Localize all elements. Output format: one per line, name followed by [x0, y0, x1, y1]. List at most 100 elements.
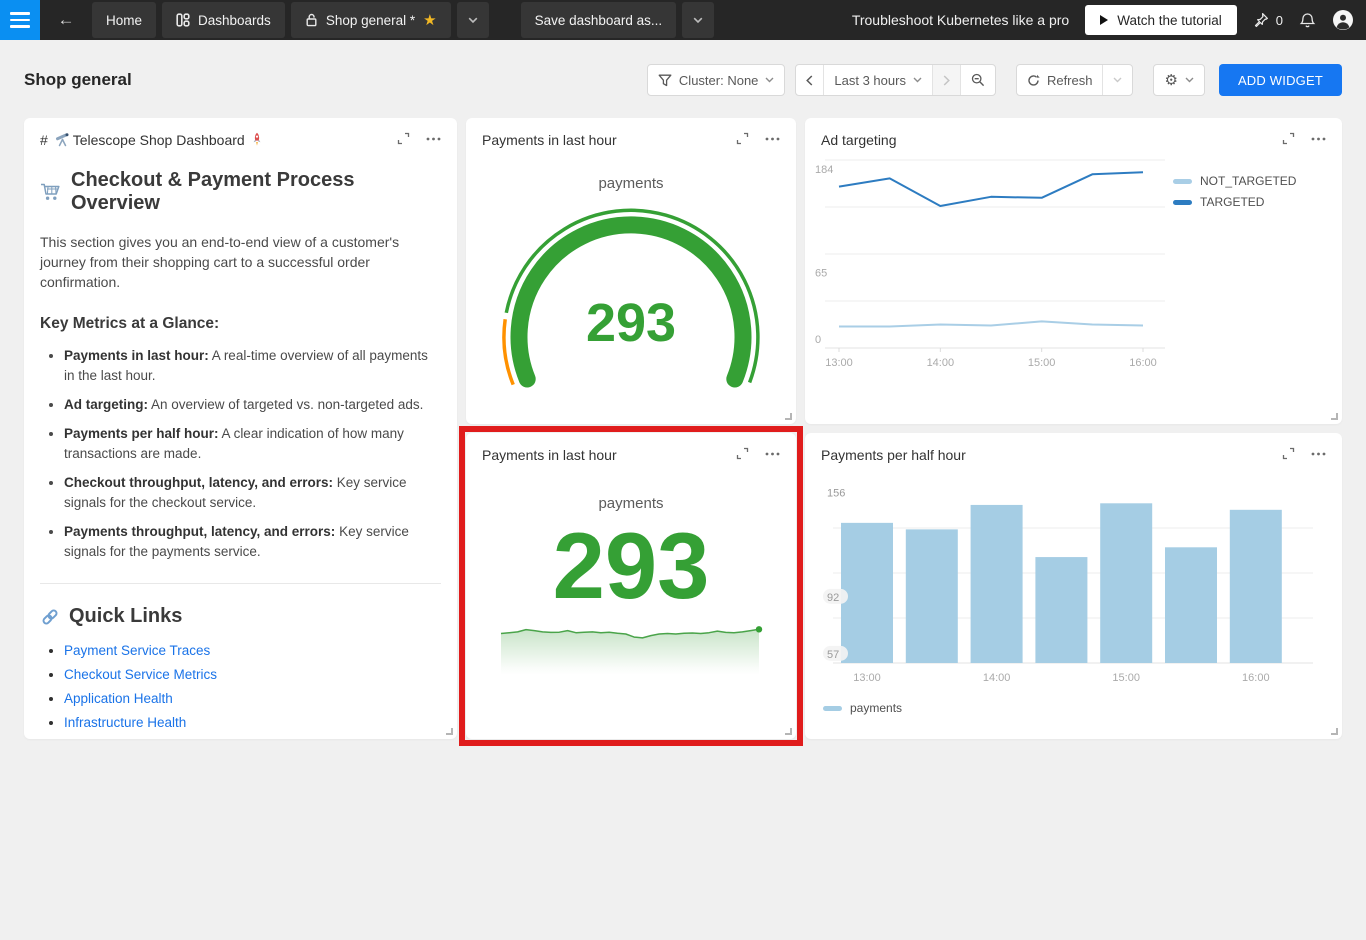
link-infrastructure-health[interactable]: Infrastructure Health	[64, 715, 186, 730]
widget-menu-button[interactable]	[765, 452, 780, 456]
bell-icon	[1299, 12, 1316, 29]
svg-text:57: 57	[827, 649, 839, 661]
time-forward-button[interactable]	[932, 65, 960, 95]
resize-handle[interactable]	[785, 728, 792, 735]
zoom-out-time-button[interactable]	[960, 65, 995, 95]
gauge-value: 293	[466, 295, 796, 351]
notifications-button[interactable]	[1299, 12, 1316, 29]
page-header: Shop general Cluster: None Last 3 hours	[0, 40, 1366, 118]
add-widget-button[interactable]: ADD WIDGET	[1219, 64, 1342, 96]
promo-text: Troubleshoot Kubernetes like a pro	[852, 12, 1069, 28]
gear-icon: ⚙	[1164, 73, 1177, 88]
link-checkout-service-metrics[interactable]: Checkout Service Metrics	[64, 667, 217, 682]
quick-links-list: Payment Service Traces Checkout Service …	[40, 643, 441, 739]
time-range-control: Last 3 hours	[795, 64, 996, 96]
cluster-filter-label: Cluster: None	[679, 73, 758, 88]
dashboard-tab-dropdown[interactable]	[457, 2, 489, 38]
expand-widget-button[interactable]	[1282, 447, 1295, 460]
nav-tab-home[interactable]: Home	[92, 2, 156, 38]
back-arrow-button[interactable]: ←	[54, 10, 78, 30]
expand-widget-button[interactable]	[736, 447, 749, 460]
intro-paragraph: This section gives you an end-to-end vie…	[40, 232, 441, 292]
expand-widget-button[interactable]	[736, 132, 749, 145]
expand-widget-button[interactable]	[1282, 132, 1295, 145]
save-dashboard-button[interactable]: Save dashboard as...	[521, 2, 677, 38]
bar-chart[interactable]: 13:0014:0015:0016:001569257	[821, 467, 1326, 697]
widget-menu-button[interactable]	[1311, 452, 1326, 456]
svg-text:13:00: 13:00	[853, 672, 881, 684]
time-range-label: Last 3 hours	[834, 73, 906, 88]
pinned-items-button[interactable]: 0	[1253, 12, 1283, 28]
list-item: Ad targeting: An overview of targeted vs…	[64, 395, 441, 415]
ad-targeting-widget: Ad targeting 18465013:0014:0015:0016:00 …	[805, 118, 1342, 424]
metric-label: payments	[466, 175, 796, 192]
markdown-widget: # Telescope Shop Dashboard Checkout & Pa…	[24, 118, 457, 739]
dashboards-icon	[176, 13, 190, 27]
rocket-icon	[250, 132, 264, 147]
expand-widget-button[interactable]	[397, 132, 410, 145]
time-back-button[interactable]	[796, 65, 823, 95]
refresh-button[interactable]: Refresh	[1017, 65, 1103, 95]
resize-handle[interactable]	[785, 413, 792, 420]
chevron-down-icon	[913, 77, 922, 83]
widget-title: Payments in last hour	[482, 447, 736, 463]
line-chart[interactable]: 18465013:0014:0015:0016:00	[813, 152, 1173, 388]
legend-item[interactable]: TARGETED	[1173, 195, 1318, 209]
widget-menu-button[interactable]	[1311, 137, 1326, 141]
markdown-widget-title: # Telescope Shop Dashboard	[40, 132, 397, 148]
chevron-down-icon	[765, 77, 774, 83]
current-dashboard-label: Shop general *	[326, 13, 415, 28]
payments-bar-widget: Payments per half hour 13:0014:0015:0016…	[805, 433, 1342, 739]
list-item: Payments per half hour: A clear indicati…	[64, 424, 441, 464]
svg-text:14:00: 14:00	[927, 357, 955, 369]
highlighted-widget-wrapper: Payments in last hour payments 293	[466, 433, 796, 739]
quick-links-heading: Quick Links	[40, 605, 441, 628]
svg-text:184: 184	[815, 164, 833, 176]
refresh-options-dropdown[interactable]	[1102, 65, 1132, 95]
divider	[40, 583, 441, 584]
save-dashboard-label: Save dashboard as...	[535, 13, 663, 28]
link-icon	[40, 607, 60, 627]
list-item: Infrastructure Health	[64, 715, 441, 730]
svg-text:0: 0	[815, 334, 821, 346]
dashboard-settings-button[interactable]: ⚙	[1153, 64, 1204, 96]
cluster-filter-button[interactable]: Cluster: None	[647, 64, 785, 96]
legend-swatch	[1173, 179, 1192, 184]
number-value: 293	[466, 518, 796, 614]
link-application-health[interactable]: Application Health	[64, 691, 173, 706]
top-navbar: ← Home Dashboards Shop general * ★ Save …	[0, 0, 1366, 40]
time-range-selector[interactable]: Last 3 hours	[823, 65, 932, 95]
watch-tutorial-button[interactable]: Watch the tutorial	[1085, 5, 1237, 35]
refresh-label: Refresh	[1047, 73, 1093, 88]
chevron-down-icon	[1185, 77, 1194, 83]
dashboards-tab-label: Dashboards	[198, 13, 271, 28]
favorite-star-icon[interactable]: ★	[423, 13, 436, 28]
gauge-chart[interactable]: payments 293	[466, 175, 796, 395]
nav-tab-current-dashboard[interactable]: Shop general * ★	[291, 2, 451, 38]
hamburger-menu-button[interactable]	[0, 0, 40, 40]
nav-tab-dashboards[interactable]: Dashboards	[162, 2, 285, 38]
user-avatar[interactable]	[1332, 9, 1354, 31]
resize-handle[interactable]	[446, 728, 453, 735]
list-item: Checkout throughput, latency, and errors…	[64, 473, 441, 513]
number-chart[interactable]: payments 293	[466, 495, 796, 675]
metric-label: payments	[466, 495, 796, 512]
resize-handle[interactable]	[1331, 728, 1338, 735]
resize-handle[interactable]	[1331, 413, 1338, 420]
chart-legend: NOT_TARGETED TARGETED	[1173, 152, 1318, 388]
list-item: Payments throughput, latency, and errors…	[64, 522, 441, 562]
link-payment-service-traces[interactable]: Payment Service Traces	[64, 643, 210, 658]
widget-menu-button[interactable]	[765, 137, 780, 141]
widget-menu-button[interactable]	[426, 137, 441, 141]
zoom-out-icon	[971, 73, 985, 87]
pin-count-badge: 0	[1276, 13, 1283, 28]
legend-swatch	[1173, 200, 1192, 205]
bar-legend-swatch	[823, 706, 842, 711]
save-dashboard-dropdown[interactable]	[682, 2, 714, 38]
chart-legend: payments	[823, 701, 1342, 715]
widget-title: Payments in last hour	[482, 132, 736, 148]
svg-text:15:00: 15:00	[1112, 672, 1140, 684]
sparkline-chart	[499, 617, 763, 675]
legend-item[interactable]: NOT_TARGETED	[1173, 174, 1318, 188]
metrics-heading: Key Metrics at a Glance:	[40, 315, 441, 333]
